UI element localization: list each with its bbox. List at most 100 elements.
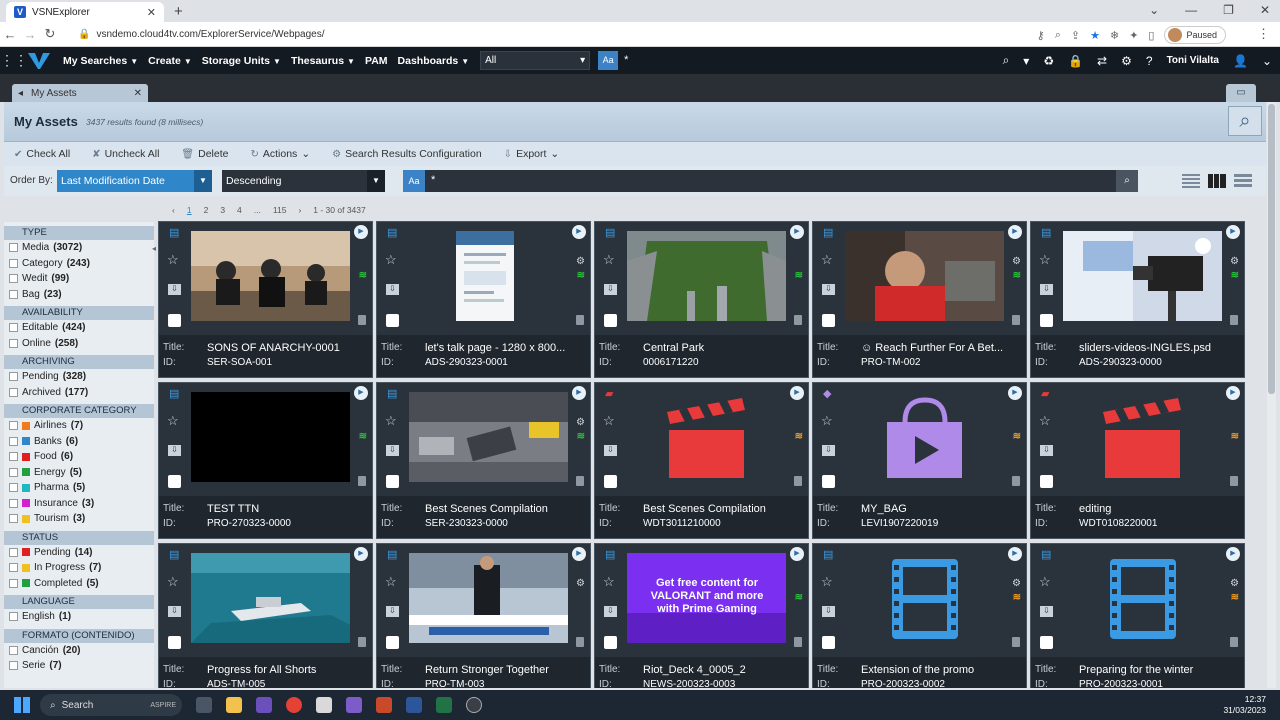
play-icon[interactable]: ▶ [1226, 386, 1240, 400]
asset-title[interactable]: ☺ Reach Further For A Bet... [861, 342, 1021, 354]
asset-checkbox[interactable] [386, 475, 399, 488]
facet-item[interactable]: Bag (23) [4, 287, 154, 303]
play-icon[interactable]: ▶ [354, 225, 368, 239]
facet-checkbox[interactable] [9, 421, 18, 431]
reload-icon[interactable]: ↻ [40, 26, 60, 42]
trash-icon[interactable] [1012, 637, 1020, 647]
asset-card[interactable]: ▤ ▶ ⚙ ≋ ☆ ⇩ Title: Extension of the promo ID: PRO… [812, 543, 1027, 688]
favorite-star-icon[interactable]: ☆ [385, 413, 397, 429]
asset-thumbnail[interactable] [845, 231, 1004, 321]
tab-search-icon[interactable]: ⌄ [1149, 3, 1159, 17]
asset-card[interactable]: ▤ ▶ ⚙ ≋ ☆ ⇩ Title: ☺ Reach Further For A Bet...… [812, 221, 1027, 378]
favorite-star-icon[interactable]: ☆ [167, 574, 179, 590]
asset-checkbox[interactable] [604, 314, 617, 327]
asset-thumbnail[interactable] [845, 553, 1004, 643]
maximize-icon[interactable]: ❐ [1223, 3, 1234, 17]
asset-checkbox[interactable] [168, 314, 181, 327]
play-icon[interactable]: ▶ [572, 547, 586, 561]
asset-title[interactable]: Return Stronger Together [425, 664, 585, 676]
download-icon[interactable]: ⇩ [386, 606, 399, 617]
extension-icon[interactable]: ❄ [1110, 29, 1119, 42]
trash-icon[interactable] [576, 315, 584, 325]
app-icon[interactable] [466, 697, 482, 713]
table-view-icon[interactable] [1234, 174, 1252, 188]
asset-card[interactable]: ▤ ▶ ≋ ☆ ⇩ Title: TEST TTN ID: PRO-270323-0000 [158, 382, 373, 539]
app-icon[interactable] [376, 697, 392, 713]
task-view-icon[interactable] [196, 697, 212, 713]
user-icon[interactable]: 👤 [1233, 54, 1248, 68]
download-icon[interactable]: ⇩ [386, 445, 399, 456]
asset-card[interactable]: ▤ ▶ ≋ ☆ ⇩ Title: Central Park ID: 0006171220 [594, 221, 809, 378]
play-icon[interactable]: ▶ [790, 547, 804, 561]
play-icon[interactable]: ▶ [354, 547, 368, 561]
facet-item[interactable]: Canción (20) [4, 643, 154, 659]
trash-icon[interactable] [1012, 476, 1020, 486]
asset-card[interactable]: ▰ ▶ ≋ ☆ ⇩ Title: editing ID: WDT0108220001 [1030, 382, 1245, 539]
app-icon[interactable] [316, 697, 332, 713]
page-scrollbar[interactable] [1267, 102, 1276, 688]
trash-icon[interactable] [794, 637, 802, 647]
facet-item[interactable]: Insurance (3) [4, 496, 154, 512]
workflow-gear-icon[interactable]: ⚙ [1230, 578, 1239, 589]
favorite-star-icon[interactable]: ☆ [821, 574, 833, 590]
asset-card[interactable]: ▤ ▶ ⚙ ≋ ☆ ⇩ Title: let's talk page - 1280 x 800… [376, 221, 591, 378]
facet-item[interactable]: Category (243) [4, 256, 154, 272]
lock-icon[interactable]: 🔒 [1068, 54, 1083, 68]
download-icon[interactable]: ⇩ [1040, 606, 1053, 617]
close-window-icon[interactable]: ✕ [1260, 3, 1270, 17]
play-icon[interactable]: ▶ [1008, 225, 1022, 239]
menu-item-pam[interactable]: PAM [360, 55, 393, 67]
workflow-gear-icon[interactable]: ⚙ [1230, 256, 1239, 267]
asset-thumbnail[interactable] [191, 392, 350, 482]
asset-title[interactable]: Best Scenes Compilation [643, 503, 803, 515]
collapse-sidebar-icon[interactable]: ◂ [152, 244, 156, 253]
asset-thumbnail[interactable] [191, 231, 350, 321]
favorite-star-icon[interactable]: ☆ [385, 574, 397, 590]
facet-checkbox[interactable] [9, 467, 18, 477]
pager-next[interactable]: › [298, 205, 301, 215]
download-icon[interactable]: ⇩ [1040, 445, 1053, 456]
play-icon[interactable]: ▶ [572, 225, 586, 239]
asset-title[interactable]: sliders-videos-INGLES.psd [1079, 342, 1239, 354]
pager-page[interactable]: 3 [220, 205, 225, 215]
menu-item-dashboards[interactable]: Dashboards ▼ [393, 55, 475, 67]
menu-item-thesaurus[interactable]: Thesaurus ▼ [286, 55, 360, 67]
asset-card[interactable]: ▤ ▶ ⚙ ≋ ☆ ⇩ Title: Preparing for the winter ID: P… [1030, 543, 1245, 688]
zoom-icon[interactable]: ⌕ [1055, 29, 1061, 42]
favorite-star-icon[interactable]: ☆ [603, 252, 615, 268]
download-icon[interactable]: ⇩ [822, 445, 835, 456]
apps-grid-icon[interactable]: ⋮⋮ [0, 52, 28, 69]
facet-header[interactable]: CORPORATE CATEGORY [4, 404, 154, 418]
trash-icon[interactable] [576, 476, 584, 486]
trash-icon[interactable] [576, 637, 584, 647]
asset-thumbnail[interactable] [1063, 392, 1222, 482]
facet-item[interactable]: In Progress (7) [4, 560, 154, 576]
asset-checkbox[interactable] [1040, 636, 1053, 649]
asset-thumbnail[interactable] [845, 392, 1004, 482]
facet-item[interactable]: Archived (177) [4, 385, 154, 401]
vsn-logo-icon[interactable] [26, 51, 52, 71]
pager-page[interactable]: 2 [204, 205, 209, 215]
play-icon[interactable]: ▶ [790, 386, 804, 400]
key-icon[interactable]: ⚷ [1037, 29, 1045, 42]
asset-thumbnail[interactable] [1063, 231, 1222, 321]
search-icon[interactable]: ⌕ [1003, 53, 1010, 68]
asset-card[interactable]: ▤ ▶ ☆ ⇩ Title: Progress for All Shorts ID: ADS-… [158, 543, 373, 688]
facet-header[interactable]: LANGUAGE [4, 595, 154, 609]
download-icon[interactable]: ⇩ [604, 606, 617, 617]
asset-title[interactable]: Preparing for the winter [1079, 664, 1239, 676]
facet-checkbox[interactable] [9, 483, 18, 493]
teams-icon[interactable] [256, 697, 272, 713]
pager-page[interactable]: 115 [273, 205, 287, 215]
browser-menu-icon[interactable]: ⋮ [1257, 26, 1270, 42]
asset-title[interactable]: Progress for All Shorts [207, 664, 367, 676]
asset-card[interactable]: ▤ ▶ ≋ ☆ ⇩ Title: SONS OF ANARCHY-0001 ID: SER-SO… [158, 221, 373, 378]
order-direction-select[interactable]: Descending ▼ [222, 170, 385, 192]
windows-start-icon[interactable] [14, 697, 30, 713]
asset-card[interactable]: ▰ ▶ ≋ ☆ ⇩ Title: Best Scenes Compilation ID: WDT… [594, 382, 809, 539]
excel-icon[interactable] [436, 697, 452, 713]
facet-item[interactable]: Wedit (99) [4, 271, 154, 287]
asset-title[interactable]: Extension of the promo [861, 664, 1021, 676]
play-icon[interactable]: ▶ [1008, 547, 1022, 561]
layout-toggle-button[interactable]: ▭ [1226, 84, 1256, 102]
